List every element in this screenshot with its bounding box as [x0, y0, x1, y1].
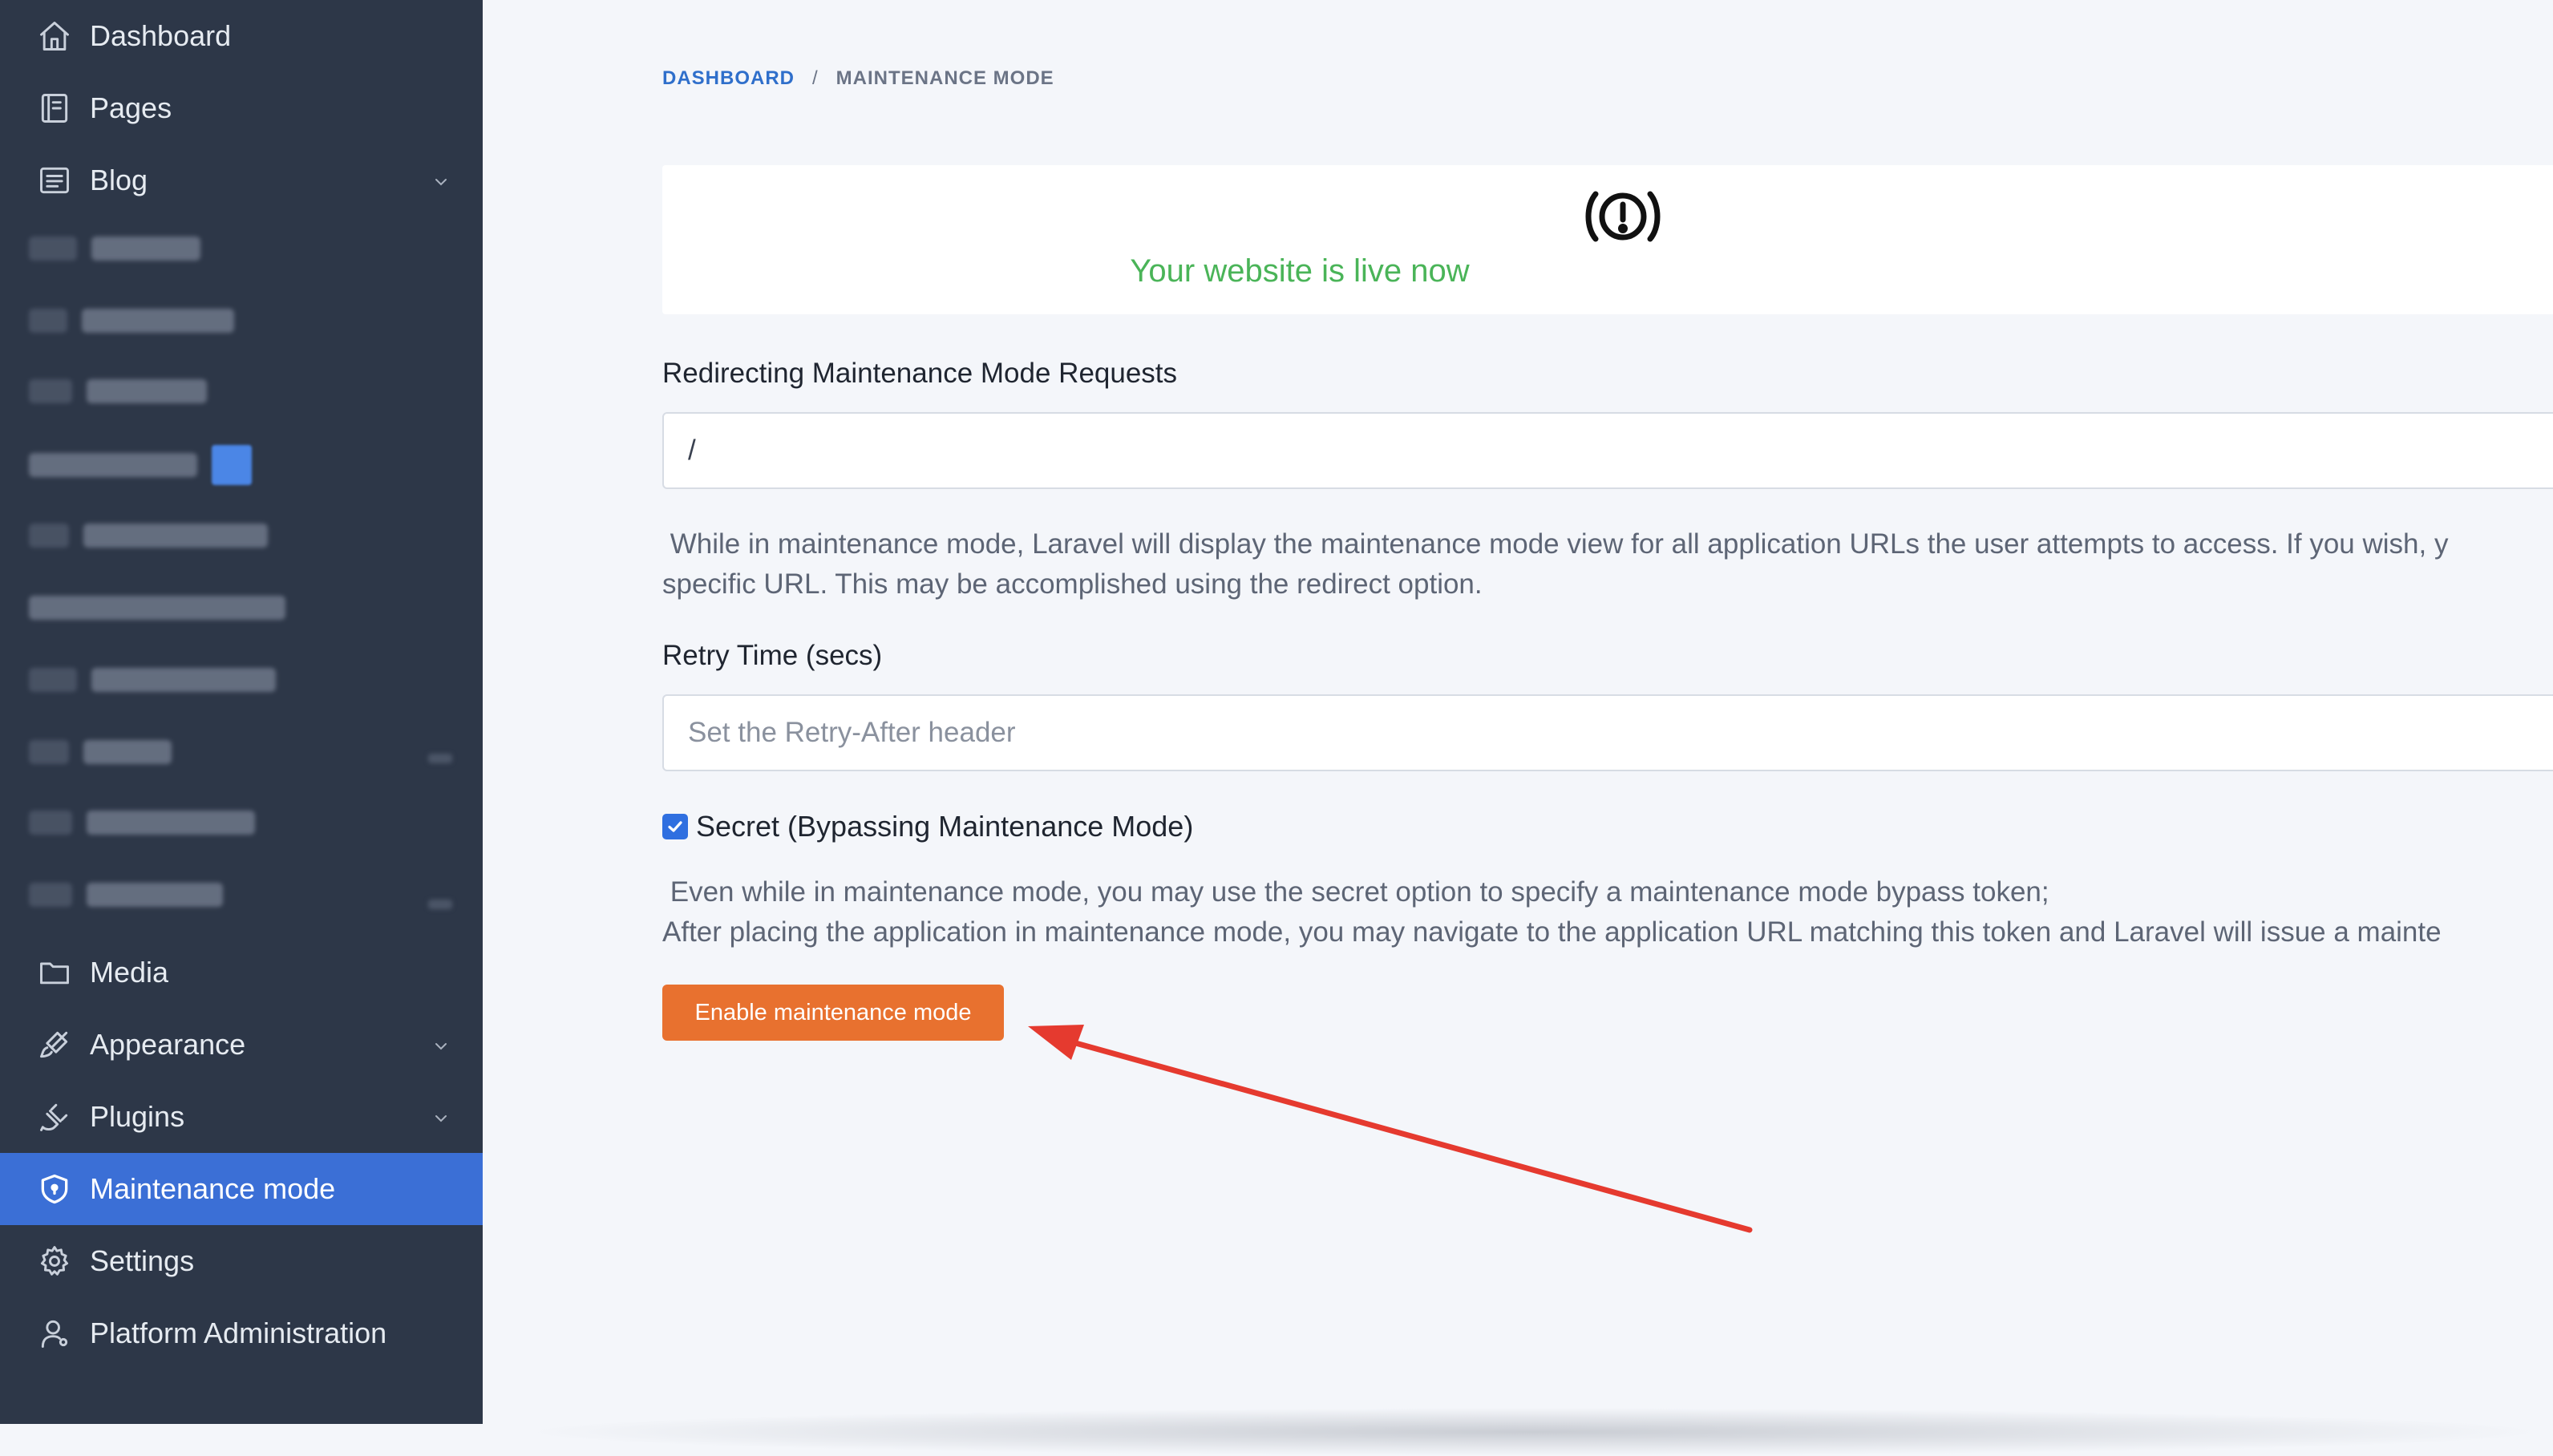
sidebar: Dashboard Pages Blog Media Appearance Pl…	[0, 0, 483, 1424]
sidebar-item-label: Appearance	[90, 1028, 246, 1061]
secret-checkbox[interactable]	[662, 814, 688, 839]
secret-help-line: Even while in maintenance mode, you may …	[662, 876, 2049, 908]
blurred-menu-item	[29, 233, 200, 265]
sidebar-item-label: Dashboard	[90, 19, 232, 52]
redirect-help-text: While in maintenance mode, Laravel will …	[662, 524, 2553, 605]
sidebar-item-label: Platform Administration	[90, 1316, 387, 1349]
plug-icon	[35, 1098, 74, 1136]
secret-help-text: Even while in maintenance mode, you may …	[662, 872, 2553, 952]
sidebar-item-media[interactable]: Media	[0, 936, 483, 1009]
breadcrumb-dashboard-link[interactable]: DASHBOARD	[662, 67, 795, 90]
sidebar-item-platform-administration[interactable]: Platform Administration	[0, 1297, 483, 1369]
chevron-down-icon[interactable]	[431, 172, 451, 192]
redirect-input[interactable]	[662, 412, 2553, 489]
retry-label: Retry Time (secs)	[662, 640, 883, 671]
folder-icon	[35, 953, 74, 992]
sidebar-item-appearance[interactable]: Appearance	[0, 1009, 483, 1081]
sidebar-item-maintenance-mode[interactable]: Maintenance mode	[0, 1153, 483, 1225]
sidebar-item-label: Maintenance mode	[90, 1172, 336, 1205]
sidebar-item-settings[interactable]: Settings	[0, 1225, 483, 1297]
book-icon	[35, 89, 74, 127]
breadcrumb: DASHBOARD / MAINTENANCE MODE	[662, 67, 1054, 90]
sidebar-item-pages[interactable]: Pages	[0, 72, 483, 144]
brush-icon	[35, 1025, 74, 1064]
retry-input[interactable]	[662, 694, 2553, 771]
sidebar-item-label: Plugins	[90, 1100, 185, 1133]
blurred-menu-item	[29, 375, 207, 407]
secret-label: Secret (Bypassing Maintenance Mode)	[696, 810, 1194, 843]
breadcrumb-separator: /	[812, 67, 819, 89]
alert-broadcast-icon	[1585, 191, 1661, 242]
sidebar-item-dashboard[interactable]: Dashboard	[0, 0, 483, 72]
blurred-menu-item	[29, 305, 234, 337]
sidebar-item-label: Pages	[90, 91, 172, 124]
chevron-down-icon[interactable]	[431, 1037, 451, 1056]
gear-icon	[35, 1242, 74, 1280]
main-content: DASHBOARD / MAINTENANCE MODE Your websit…	[483, 0, 2553, 1456]
shield-icon	[35, 1170, 74, 1208]
sidebar-item-label: Settings	[90, 1244, 195, 1277]
blurred-menu-item	[29, 520, 268, 552]
blurred-menu-item	[29, 592, 285, 624]
list-icon	[35, 161, 74, 200]
status-message: Your website is live now	[1130, 253, 1470, 289]
redirect-label: Redirecting Maintenance Mode Requests	[662, 358, 1178, 389]
sidebar-item-plugins[interactable]: Plugins	[0, 1081, 483, 1153]
sidebar-item-label: Blog	[90, 164, 148, 196]
checkmark-icon	[668, 821, 682, 832]
blurred-menu-item	[29, 445, 252, 485]
blurred-menu-item	[29, 807, 255, 839]
chevron-down-icon[interactable]	[431, 1109, 451, 1128]
secret-help-line: After placing the application in mainten…	[662, 916, 2442, 948]
user-icon	[35, 1314, 74, 1353]
redirect-help-line: specific URL. This may be accomplished u…	[662, 568, 1483, 600]
breadcrumb-current: MAINTENANCE MODE	[835, 67, 1054, 89]
sidebar-item-label: Media	[90, 956, 169, 989]
blurred-menu-item	[29, 664, 276, 696]
blurred-menu-item	[29, 879, 223, 911]
blurred-menu-item	[29, 736, 172, 768]
home-icon	[35, 17, 74, 55]
enable-maintenance-mode-button[interactable]: Enable maintenance mode	[662, 985, 1004, 1041]
status-card: Your website is live now	[662, 165, 2553, 314]
sidebar-item-blog[interactable]: Blog	[0, 144, 483, 216]
redirect-help-line: While in maintenance mode, Laravel will …	[662, 528, 2449, 560]
secret-checkbox-row: Secret (Bypassing Maintenance Mode)	[662, 810, 1193, 843]
